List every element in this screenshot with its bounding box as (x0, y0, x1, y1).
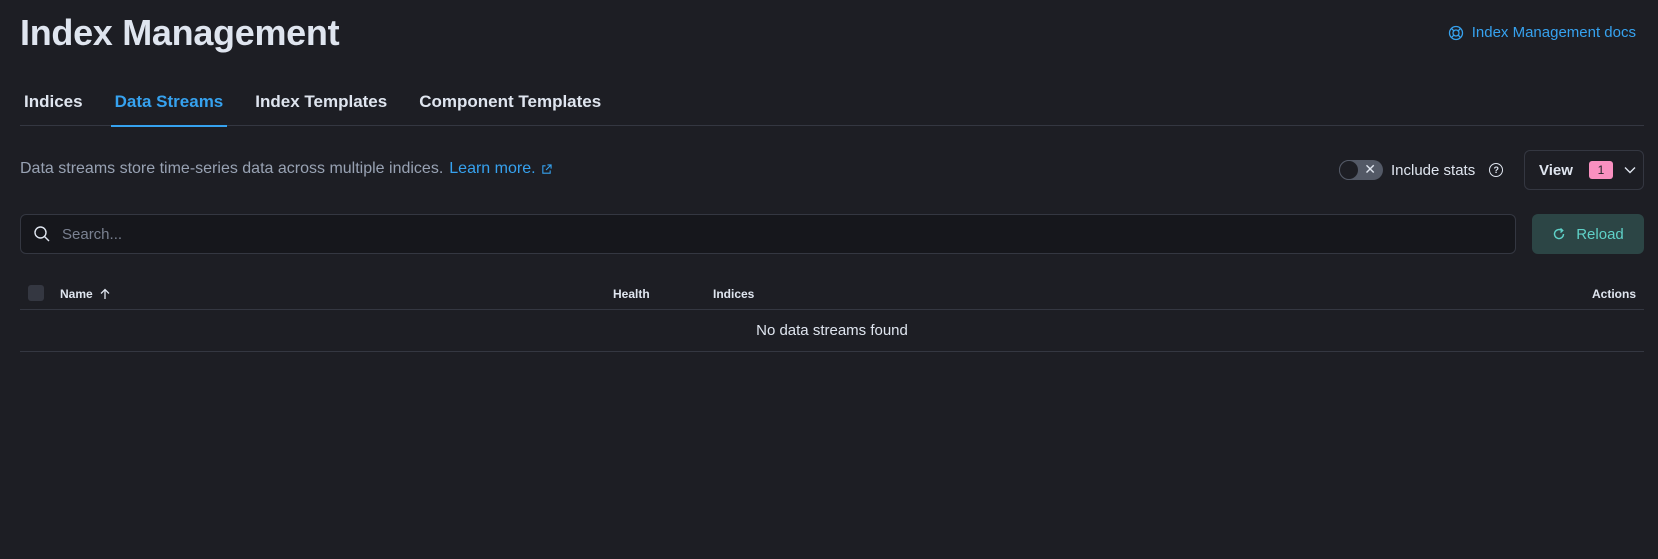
column-header-indices[interactable]: Indices (713, 287, 754, 301)
question-icon[interactable]: ? (1489, 163, 1504, 177)
switch-knob (1339, 160, 1359, 180)
page-title: Index Management (20, 12, 340, 53)
view-button[interactable]: View 1 (1524, 150, 1644, 190)
arrow-up-icon (100, 288, 110, 299)
description: Data streams store time-series data acro… (20, 160, 552, 178)
tab-data-streams[interactable]: Data Streams (110, 80, 228, 127)
include-stats-label: Include stats (1391, 161, 1476, 179)
tab-component-templates[interactable]: Component Templates (415, 80, 605, 126)
search-box (20, 214, 1516, 254)
docs-link[interactable]: Index Management docs (1448, 24, 1636, 41)
column-header-name[interactable]: Name (60, 287, 111, 301)
description-text: Data streams store time-series data acro… (20, 160, 444, 177)
external-link-icon (541, 163, 552, 174)
column-name-label: Name (60, 287, 93, 301)
tab-bar: Indices Data Streams Index Templates Com… (20, 80, 1644, 127)
reload-button[interactable]: Reload (1532, 214, 1644, 254)
learn-more-link[interactable]: Learn more. (449, 160, 552, 178)
empty-table-message: No data streams found (20, 310, 1644, 352)
table-header: Name Health Indices Actions (20, 278, 1644, 310)
include-stats-control: ✕ Include stats ? (1339, 160, 1504, 180)
docs-link-label: Index Management docs (1471, 24, 1636, 41)
tab-index-templates[interactable]: Index Templates (251, 80, 391, 126)
refresh-icon (1554, 227, 1565, 240)
help-circle-icon (1448, 25, 1463, 40)
include-stats-switch[interactable]: ✕ (1339, 160, 1383, 180)
tab-indices[interactable]: Indices (20, 80, 87, 126)
chevron-down-icon (1624, 167, 1636, 174)
search-input[interactable] (62, 225, 1515, 243)
column-header-actions: Actions (1591, 287, 1636, 301)
reload-label: Reload (1576, 225, 1624, 243)
learn-more-label: Learn more. (449, 160, 536, 177)
select-all-checkbox[interactable] (28, 285, 44, 301)
search-icon (34, 226, 50, 242)
close-icon: ✕ (1364, 161, 1376, 177)
view-label: View (1539, 161, 1573, 179)
column-header-health[interactable]: Health (613, 287, 650, 301)
view-count-badge: 1 (1588, 161, 1613, 179)
